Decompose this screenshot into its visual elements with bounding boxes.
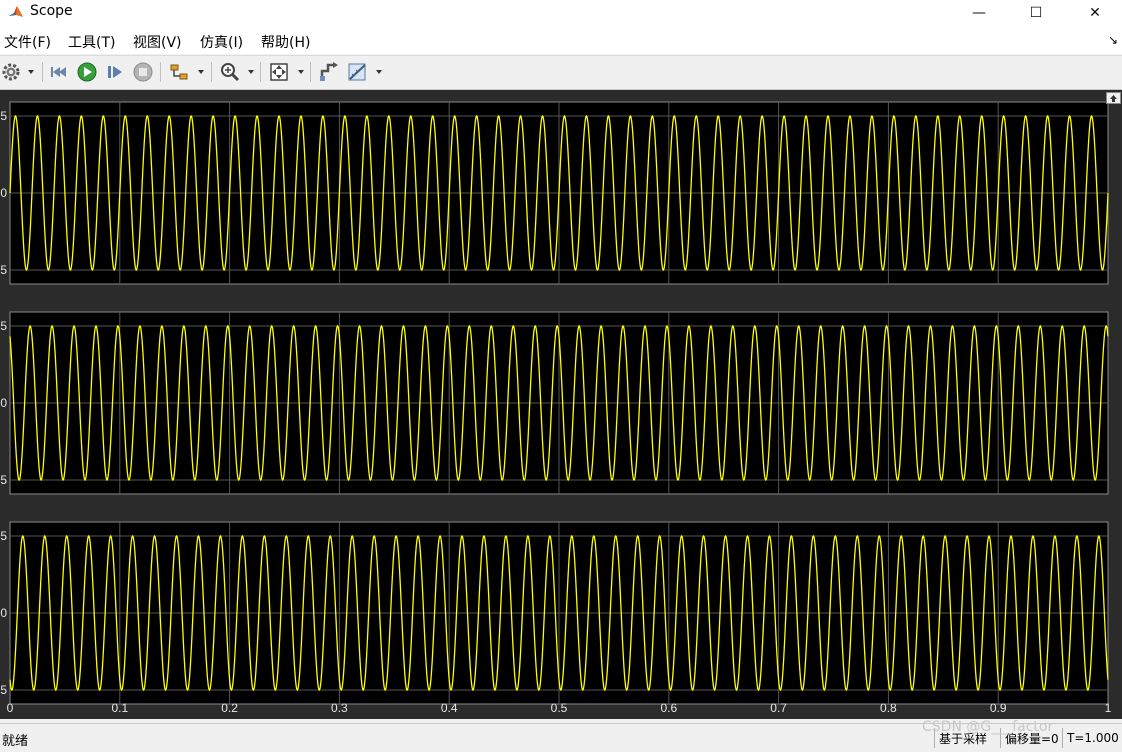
- y-tick-label: .5: [0, 473, 7, 487]
- rewind-icon[interactable]: [48, 60, 72, 84]
- close-button[interactable]: ✕: [1072, 0, 1118, 26]
- fit-to-view-icon[interactable]: [267, 60, 291, 84]
- y-tick-label: .5: [0, 529, 7, 543]
- x-tick-label: 0.8: [880, 701, 897, 715]
- highlight-icon[interactable]: [167, 60, 191, 84]
- x-tick-label: 0.9: [990, 701, 1007, 715]
- menu-simulation[interactable]: 仿真(I): [200, 32, 243, 52]
- menu-tools[interactable]: 工具(T): [68, 32, 115, 52]
- run-icon[interactable]: [75, 60, 99, 84]
- highlight-dropdown-caret[interactable]: [198, 70, 204, 74]
- x-tick-label: 1: [1105, 701, 1112, 715]
- simulink-link-icon[interactable]: [317, 60, 341, 84]
- toolbar-separator: [260, 62, 261, 82]
- y-tick-label: .5: [0, 319, 7, 333]
- toolbar: [0, 55, 1122, 90]
- zoom-icon[interactable]: [218, 60, 242, 84]
- y-tick-label: .5: [0, 683, 7, 697]
- y-tick-label: .5: [0, 263, 7, 277]
- maximize-button[interactable]: ☐: [1013, 0, 1059, 26]
- menu-help[interactable]: 帮助(H): [261, 32, 310, 52]
- y-tick-label: 0: [0, 606, 7, 620]
- minimize-button[interactable]: —: [956, 0, 1002, 26]
- menu-file[interactable]: 文件(F): [4, 32, 51, 52]
- x-tick-label: 0.3: [331, 701, 348, 715]
- window-title: Scope: [30, 3, 73, 19]
- fit-dropdown-caret[interactable]: [298, 70, 304, 74]
- menu-view[interactable]: 视图(V): [133, 32, 182, 52]
- zoom-dropdown-caret[interactable]: [248, 70, 254, 74]
- toolbar-separator: [160, 62, 161, 82]
- x-tick-label: 0: [7, 701, 14, 715]
- stop-icon[interactable]: [131, 60, 155, 84]
- x-tick-label: 0.7: [770, 701, 787, 715]
- x-tick-label: 0.5: [551, 701, 568, 715]
- toolbar-separator: [211, 62, 212, 82]
- settings-dropdown-caret[interactable]: [28, 70, 34, 74]
- toolbar-separator: [42, 62, 43, 82]
- y-tick-label: 0: [0, 186, 7, 200]
- watermark: CSDN @G___factor: [922, 719, 1054, 735]
- scope-display: .50.5.50.5.50.500.10.20.30.40.50.60.70.8…: [0, 90, 1122, 719]
- status-ready: 就绪: [2, 734, 29, 749]
- scope-plots[interactable]: .50.5.50.5.50.500.10.20.30.40.50.60.70.8…: [0, 90, 1122, 719]
- x-tick-label: 0.1: [111, 701, 128, 715]
- menu-bar: 文件(F) 工具(T) 视图(V) 仿真(I) 帮助(H) ↘: [0, 26, 1122, 54]
- y-tick-label: .5: [0, 109, 7, 123]
- gear-icon[interactable]: [0, 60, 22, 84]
- x-tick-label: 0.4: [441, 701, 458, 715]
- x-tick-label: 0.2: [221, 701, 238, 715]
- toolbar-separator: [310, 62, 311, 82]
- measure-dropdown-caret[interactable]: [376, 70, 382, 74]
- matlab-logo-icon: [9, 6, 23, 17]
- measure-icon[interactable]: [345, 60, 371, 84]
- step-forward-icon[interactable]: [103, 60, 127, 84]
- y-tick-label: 0: [0, 396, 7, 410]
- title-bar: Scope — ☐ ✕: [0, 0, 1122, 26]
- undock-icon[interactable]: [1106, 92, 1121, 104]
- x-tick-label: 0.6: [660, 701, 677, 715]
- menu-overflow-icon[interactable]: ↘: [1108, 33, 1118, 47]
- status-time: T=1.000: [1062, 728, 1122, 748]
